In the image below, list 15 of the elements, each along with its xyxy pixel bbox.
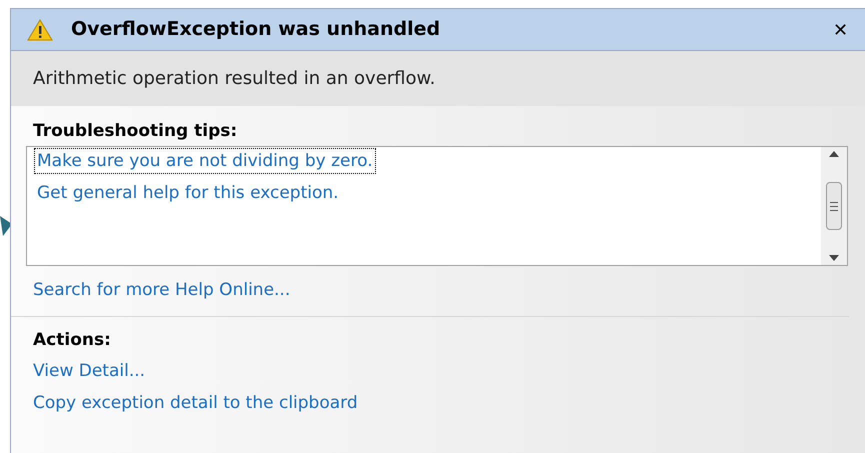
action-link[interactable]: Copy exception detail to the clipboard [33,390,358,414]
warning-icon [27,18,53,40]
close-button[interactable]: ✕ [829,17,852,44]
tip-link[interactable]: Make sure you are not dividing by zero. [35,149,375,173]
section-heading: Actions: [33,328,112,350]
scrollbar[interactable] [821,147,847,265]
scroll-down-icon[interactable] [829,255,839,261]
window-title: OverflowException was unhandled [71,17,440,42]
help-link[interactable]: Search for more Help Online... [33,280,290,300]
scroll-up-icon[interactable] [829,151,839,157]
scroll-thumb[interactable] [826,182,842,230]
tip-link[interactable]: Get general help for this exception. [35,181,341,205]
action-link[interactable]: View Detail... [33,358,146,382]
section-heading: Troubleshooting tips: [33,120,238,142]
error-message: Arithmetic operation resulted in an overflow. [33,67,436,91]
